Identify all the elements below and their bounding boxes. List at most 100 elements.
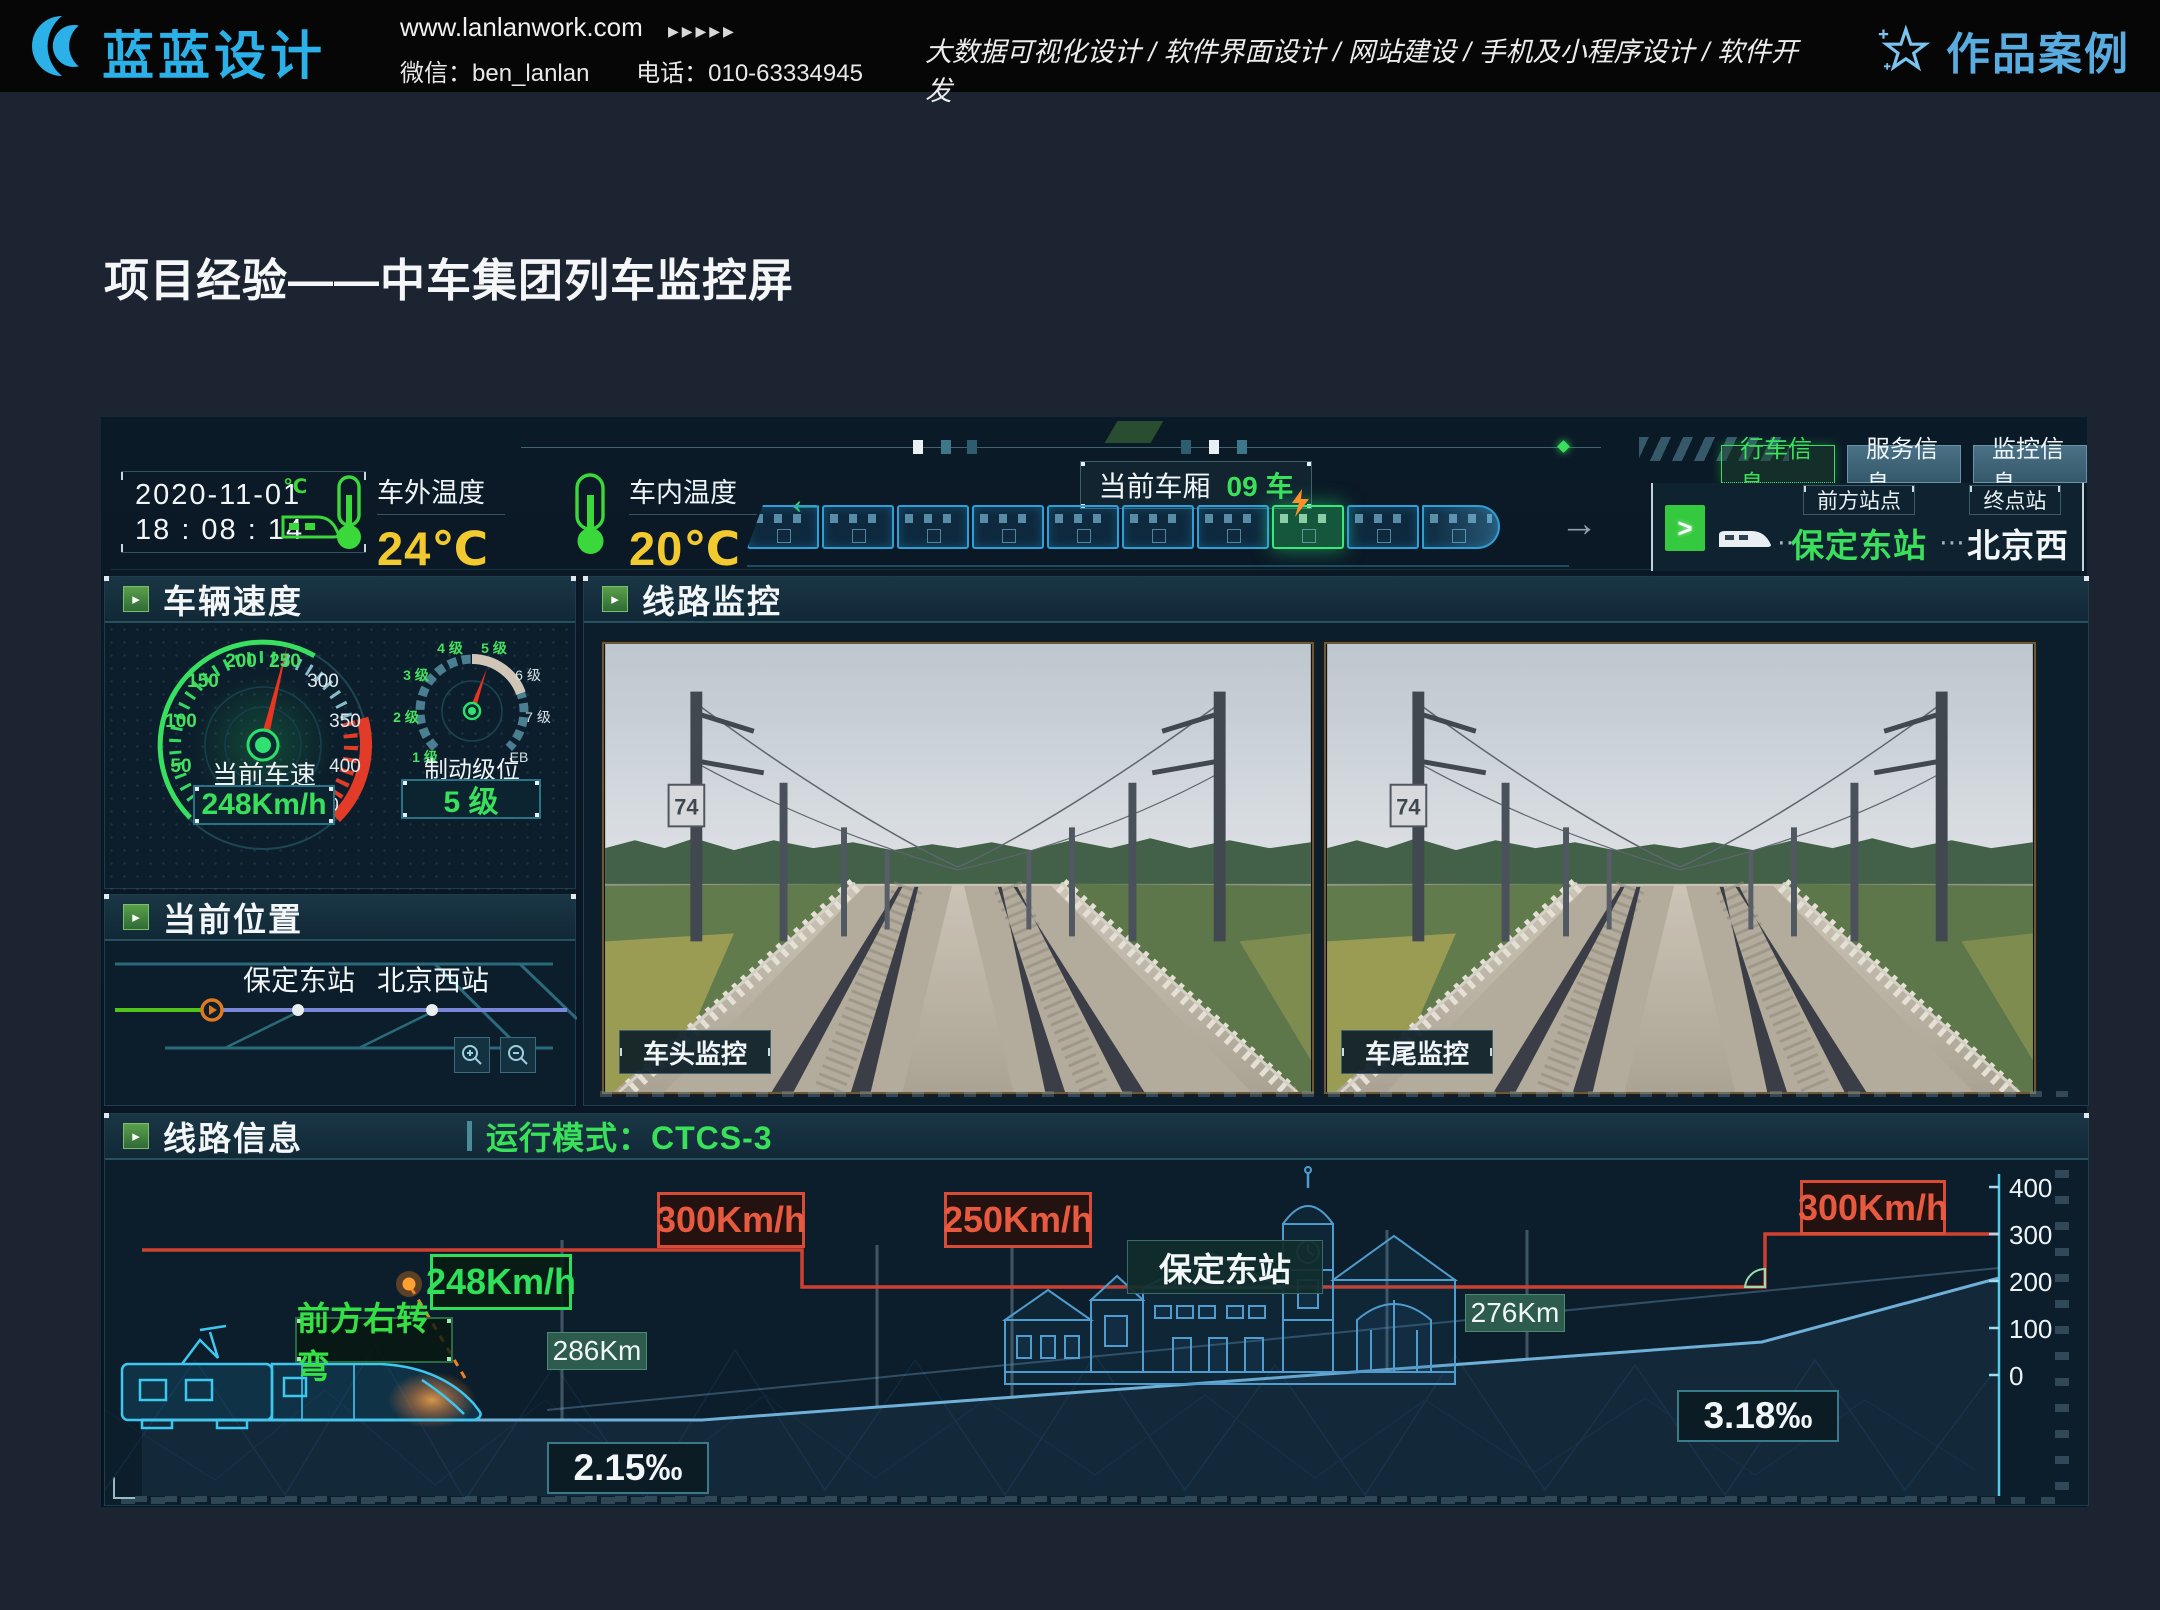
route-map: 保定东站 北京西站 bbox=[105, 941, 575, 1107]
url-arrows-icon: ▶▶▶▶▶ bbox=[668, 23, 737, 39]
axis-tick-400: 400 bbox=[2009, 1173, 2052, 1204]
speed-panel-title: 车辆速度 bbox=[163, 575, 303, 623]
next-station-label: 前方站点 bbox=[1803, 485, 1915, 515]
deco-square bbox=[1181, 440, 1191, 454]
train-monitor-dashboard: 2020-11-01 18 : 08 : 14 ℃ 车外温度 24℃ 车内温度 … bbox=[100, 416, 2088, 1508]
portfolio-label: 作品案例 bbox=[1946, 18, 2130, 82]
speed-gauge: 0 50 100 150 200 250 300 350 400 450 bbox=[133, 627, 393, 877]
line-panel-title: 线路信息 bbox=[163, 1112, 303, 1160]
pantograph-spark-icon bbox=[1292, 489, 1310, 519]
star-icon bbox=[1876, 22, 1932, 78]
svg-text:350: 350 bbox=[329, 711, 361, 732]
deco-square bbox=[913, 440, 923, 454]
front-camera-label: 车头监控 bbox=[619, 1030, 771, 1074]
position-panel-title: 当前位置 bbox=[163, 893, 303, 941]
carriage-value: 09 车 bbox=[1227, 465, 1294, 505]
km-marker-b: 276Km bbox=[1465, 1294, 1565, 1332]
mini-train-icon bbox=[1715, 525, 1773, 551]
current-speed-value: 248Km/h bbox=[193, 785, 335, 825]
tab-service-info[interactable]: 服务信息 bbox=[1847, 445, 1961, 483]
train-car[interactable] bbox=[1047, 505, 1119, 549]
speed-limit-badge-b: 250Km/h bbox=[944, 1192, 1092, 1248]
zoom-out-icon bbox=[506, 1043, 530, 1067]
carriage-label: 当前车厢 bbox=[1099, 465, 1211, 505]
front-camera-feed[interactable]: 74 车头监控 bbox=[602, 642, 1314, 1094]
svg-text:200: 200 bbox=[225, 651, 257, 672]
current-position-panel: ▸ 当前位置 保定东站 北京西站 bbox=[104, 894, 576, 1106]
train-car[interactable] bbox=[1197, 505, 1269, 549]
rear-camera-scene: 74 bbox=[1326, 644, 2034, 1092]
monitor-tick-strip bbox=[600, 1091, 2074, 1097]
speed-panel-header: ▸ 车辆速度 bbox=[105, 577, 575, 623]
run-mode-value: 运行模式：CTCS-3 bbox=[486, 1113, 773, 1159]
chart-current-speed-badge: 248Km/h bbox=[430, 1254, 572, 1310]
outside-temp-block: 车外温度 24℃ bbox=[377, 471, 505, 577]
svg-text:2 级: 2 级 bbox=[393, 709, 420, 725]
train-car[interactable] bbox=[1347, 505, 1419, 549]
train-car[interactable] bbox=[897, 505, 969, 549]
panel-arrow-icon: ▸ bbox=[602, 586, 628, 612]
station-expand-button[interactable]: > bbox=[1665, 505, 1705, 551]
terminal-station-label: 终点站 bbox=[1969, 485, 2061, 515]
top-decoration-line bbox=[521, 447, 1601, 448]
axis-tick-0: 0 bbox=[2009, 1361, 2023, 1392]
site-header: 蓝蓝设计 www.lanlanwork.com ▶▶▶▶▶ 微信：ben_lan… bbox=[0, 0, 2160, 92]
zoom-in-icon bbox=[460, 1043, 484, 1067]
outside-temp-value: 24℃ bbox=[377, 521, 505, 577]
lanlan-logo-icon bbox=[26, 10, 92, 82]
deco-green-diamond bbox=[1557, 440, 1570, 453]
phone-contact: 电话：010-63334945 bbox=[636, 60, 863, 87]
logo-text: 蓝蓝设计 bbox=[102, 14, 326, 89]
next-station-value: 保定东站 bbox=[1781, 519, 1937, 567]
route-station-b: 北京西站 bbox=[377, 959, 489, 999]
svg-text:7 级: 7 级 bbox=[525, 709, 551, 725]
outside-temp-label: 车外温度 bbox=[377, 471, 505, 515]
svg-text:6 级: 6 级 bbox=[515, 667, 541, 683]
speed-limit-badge-a: 300Km/h bbox=[657, 1192, 805, 1248]
line-panel-header: ▸ 线路信息 运行模式：CTCS-3 bbox=[105, 1114, 2088, 1160]
monitor-panel-header: ▸ 线路监控 bbox=[584, 577, 2088, 623]
panel-arrow-icon: ▸ bbox=[123, 1123, 149, 1149]
panel-arrow-icon: ▸ bbox=[123, 586, 149, 612]
line-profile-chart: 300Km/h 250Km/h 300Km/h 248Km/h 前方右转弯 28… bbox=[105, 1160, 2090, 1507]
deco-square bbox=[1209, 440, 1219, 454]
deco-green-slash bbox=[1105, 421, 1164, 443]
rear-camera-feed[interactable]: 74 车尾监控 bbox=[1324, 642, 2036, 1094]
axis-tick-300: 300 bbox=[2009, 1220, 2052, 1251]
tab-driving-info[interactable]: 行车信息 bbox=[1721, 445, 1835, 483]
axis-tick-100: 100 bbox=[2009, 1314, 2052, 1345]
axis-tick-200: 200 bbox=[2009, 1267, 2052, 1298]
dashboard-bottom-ticks bbox=[121, 1497, 2069, 1504]
svg-text:50: 50 bbox=[170, 756, 191, 777]
svg-text:℃: ℃ bbox=[283, 476, 307, 498]
line-monitor-panel: ▸ 线路监控 bbox=[583, 576, 2089, 1106]
zoom-in-button[interactable] bbox=[454, 1037, 490, 1073]
inside-temp-label: 车内温度 bbox=[629, 471, 757, 515]
zoom-out-button[interactable] bbox=[500, 1037, 536, 1073]
station-info-panel: > ⋯ 前方站点 保定东站 ⋯ 终点站 北京西站 bbox=[1651, 483, 2084, 571]
train-car[interactable] bbox=[1122, 505, 1194, 549]
inside-temp-block: 车内温度 20℃ bbox=[629, 471, 757, 577]
train-car[interactable] bbox=[822, 505, 894, 549]
svg-text:100: 100 bbox=[165, 711, 197, 732]
km-marker-a: 286Km bbox=[547, 1332, 647, 1370]
info-tabs: 行车信息 服务信息 监控信息 bbox=[1721, 445, 2087, 483]
header-services: 大数据可视化设计 / 软件界面设计 / 网站建设 / 手机及小程序设计 / 软件… bbox=[925, 30, 1805, 108]
header-contact: www.lanlanwork.com ▶▶▶▶▶ 微信：ben_lanlan 电… bbox=[400, 12, 863, 88]
rear-camera-label: 车尾监控 bbox=[1341, 1030, 1493, 1074]
chart-right-decoration bbox=[2055, 1170, 2069, 1496]
deco-square bbox=[967, 440, 977, 454]
deco-square bbox=[1237, 440, 1247, 454]
tab-monitor-info[interactable]: 监控信息 bbox=[1973, 445, 2087, 483]
outside-temp-icon: ℃ bbox=[277, 471, 369, 557]
train-car[interactable] bbox=[747, 505, 819, 549]
train-car[interactable] bbox=[972, 505, 1044, 549]
portfolio-link[interactable]: 作品案例 bbox=[1876, 18, 2130, 82]
svg-text:5 级: 5 级 bbox=[481, 640, 508, 656]
svg-text:150: 150 bbox=[187, 671, 219, 692]
train-head-car[interactable] bbox=[1422, 505, 1500, 549]
current-carriage-box: 当前车厢 09 车 bbox=[1080, 461, 1312, 509]
grade-badge-a: 2.15‰ bbox=[547, 1442, 709, 1494]
speed-limit-badge-c: 300Km/h bbox=[1800, 1180, 1946, 1235]
svg-text:4 级: 4 级 bbox=[437, 640, 464, 656]
